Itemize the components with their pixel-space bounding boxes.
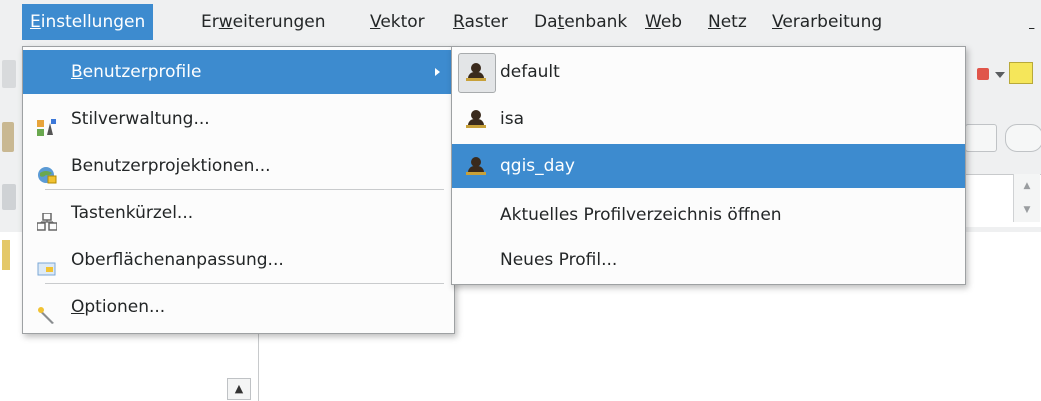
menu-einstellungen[interactable]: Einstellungen bbox=[22, 4, 154, 40]
menu-item-benutzerprojektionen[interactable]: Benutzerprojektionen... bbox=[23, 144, 454, 188]
user-profile-icon bbox=[466, 63, 486, 81]
dropdown-arrow-icon[interactable] bbox=[995, 72, 1005, 78]
profiles-submenu: default isa qgis_day Aktuelles Profilver… bbox=[451, 46, 966, 285]
annotation-icon[interactable] bbox=[1009, 62, 1033, 84]
pan-tool-icon[interactable] bbox=[2, 60, 16, 88]
keyboard-shortcuts-icon bbox=[36, 204, 58, 231]
digitize-dropdown-icon[interactable] bbox=[977, 68, 989, 80]
menu-web[interactable]: Web bbox=[637, 4, 690, 40]
wrench-icon bbox=[37, 298, 57, 324]
settings-menu: Benutzerprofile Stilverwaltung... Benutz… bbox=[22, 46, 455, 334]
pencil-tool-icon[interactable] bbox=[2, 122, 14, 152]
menu-verarbeitung[interactable]: Verarbeitung bbox=[764, 4, 890, 40]
menu-separator bbox=[45, 189, 444, 190]
user-profile-icon bbox=[466, 110, 486, 128]
layer-icon bbox=[2, 240, 10, 270]
interface-customization-icon bbox=[37, 251, 57, 276]
style-manager-icon bbox=[37, 110, 57, 136]
projection-globe-icon bbox=[37, 157, 57, 184]
menu-item-tastenkuerzel[interactable]: Tastenkürzel... bbox=[23, 191, 454, 235]
menu-datenbank[interactable]: Datenbank bbox=[526, 4, 635, 40]
submenu-arrow-icon bbox=[435, 68, 440, 76]
label-style-button[interactable] bbox=[1005, 124, 1041, 152]
spin-arrows[interactable]: ▲ ▼ bbox=[1013, 174, 1040, 222]
profile-item-qgis-day[interactable]: qgis_day bbox=[452, 144, 965, 188]
open-profile-folder-item[interactable]: Aktuelles Profilverzeichnis öffnen bbox=[452, 193, 965, 237]
menu-item-oberflaechenanpassung[interactable]: Oberflächenanpassung... bbox=[23, 238, 454, 282]
menu-vektor[interactable]: Vektor bbox=[362, 4, 433, 40]
menu-netz[interactable]: Netz bbox=[700, 4, 755, 40]
menu-item-stilverwaltung[interactable]: Stilverwaltung... bbox=[23, 97, 454, 141]
label-tool-button[interactable] bbox=[965, 124, 997, 152]
profile-item-isa[interactable]: isa bbox=[452, 97, 965, 141]
user-profile-icon bbox=[466, 157, 486, 175]
profile-item-default[interactable]: default bbox=[452, 50, 965, 94]
menu-bar: Einstellungen Erweiterungen Vektor Raste… bbox=[0, 0, 1041, 42]
node-tool-icon[interactable] bbox=[2, 184, 16, 210]
menu-item-optionen[interactable]: Optionen... bbox=[23, 285, 454, 329]
menu-overflow[interactable] bbox=[1021, 4, 1041, 40]
new-profile-item[interactable]: Neues Profil... bbox=[452, 238, 965, 282]
menu-raster[interactable]: Raster bbox=[445, 4, 516, 40]
menu-erweiterungen[interactable]: Erweiterungen bbox=[193, 4, 334, 40]
menu-separator bbox=[45, 283, 444, 284]
scroll-up-button[interactable]: ▲ bbox=[227, 378, 251, 400]
menu-item-benutzerprofile[interactable]: Benutzerprofile bbox=[23, 50, 454, 94]
